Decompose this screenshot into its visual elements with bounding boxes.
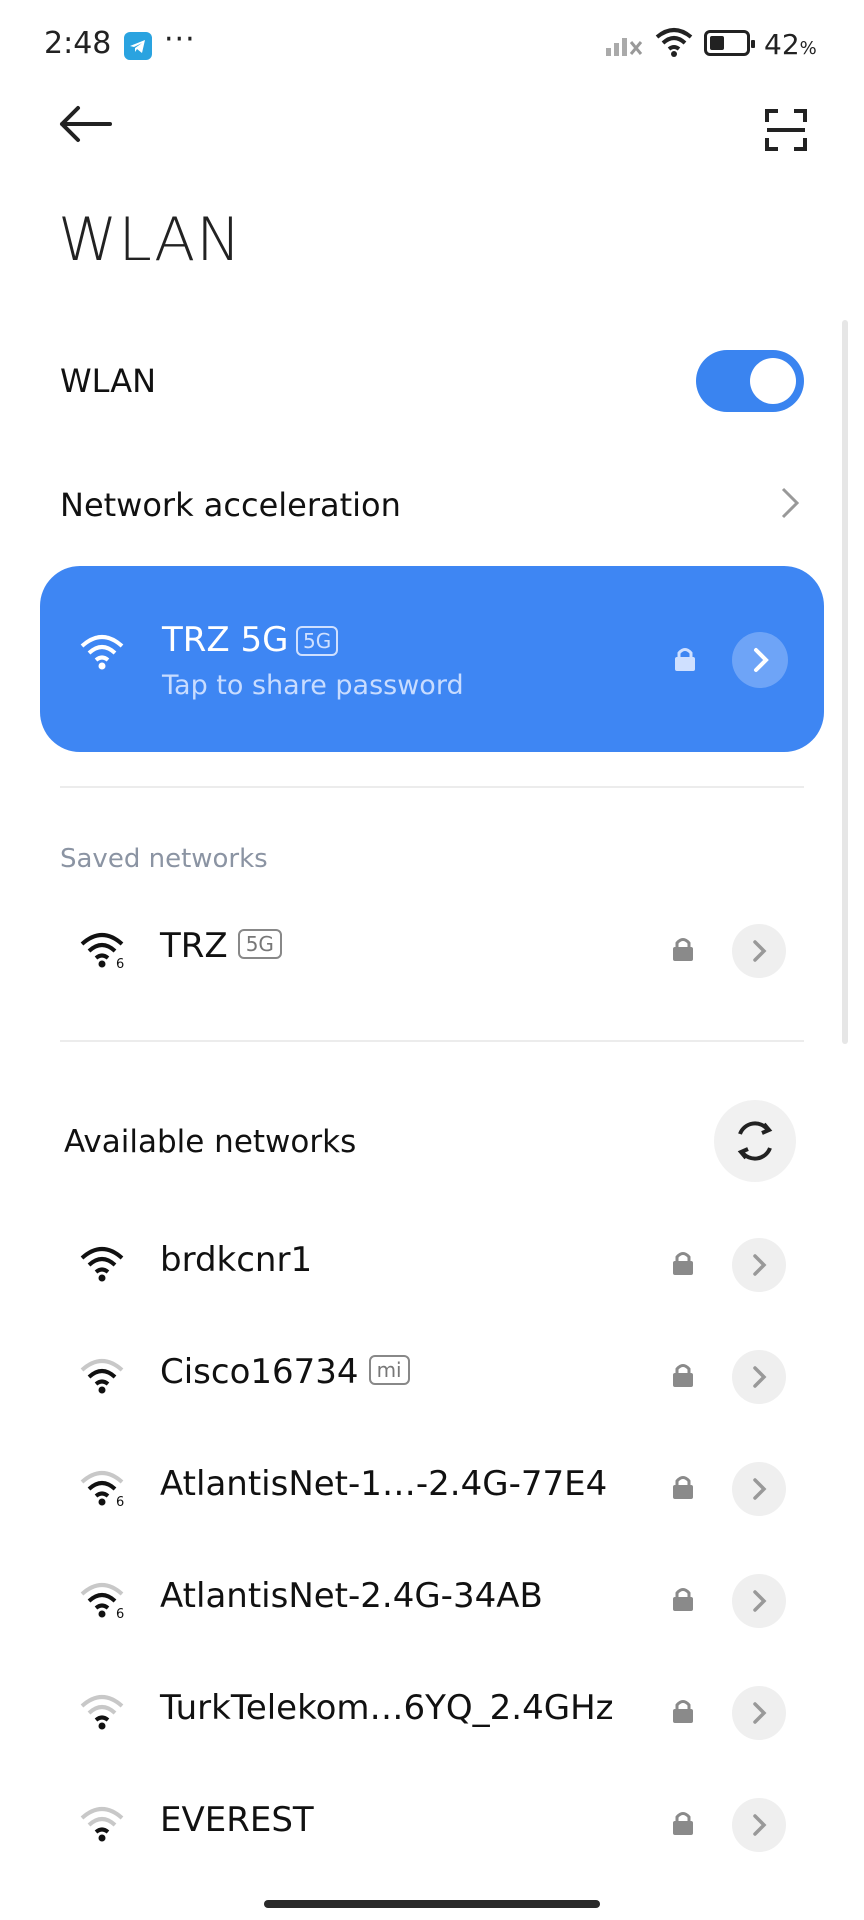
lock-icon bbox=[672, 1810, 694, 1840]
back-button[interactable] bbox=[58, 104, 114, 148]
network-name: Cisco16734 mi bbox=[160, 1352, 410, 1392]
telegram-icon bbox=[124, 32, 152, 60]
lock-icon bbox=[672, 1474, 694, 1504]
network-details-button[interactable] bbox=[732, 1686, 786, 1740]
chevron-right-icon bbox=[753, 1702, 767, 1724]
lock-icon bbox=[672, 1698, 694, 1728]
wifi-status-icon bbox=[654, 26, 694, 62]
available-networks-header: Available networks bbox=[64, 1124, 357, 1160]
band-badge: 5G bbox=[237, 928, 282, 959]
wifi-weak-icon bbox=[78, 1692, 126, 1736]
wifi-icon bbox=[78, 632, 126, 676]
page-title: WLAN bbox=[58, 205, 243, 275]
divider bbox=[60, 786, 804, 788]
network-row[interactable]: TurkTelekom…6YQ_2.4GHz bbox=[0, 1662, 864, 1762]
arrow-left-icon bbox=[60, 106, 112, 142]
mi-badge: mi bbox=[368, 1354, 410, 1385]
refresh-icon bbox=[737, 1121, 773, 1161]
battery-percent: 42% bbox=[764, 28, 817, 61]
network-row[interactable]: brdkcnr1 bbox=[0, 1214, 864, 1314]
lock-icon bbox=[672, 936, 694, 966]
chevron-right-icon bbox=[754, 648, 769, 672]
network-name: EVEREST bbox=[160, 1800, 314, 1840]
lock-icon bbox=[672, 1250, 694, 1280]
svg-text:6: 6 bbox=[116, 1495, 124, 1508]
wifi-strong-icon bbox=[78, 1244, 126, 1288]
network-row[interactable]: Cisco16734 mi bbox=[0, 1326, 864, 1426]
chevron-right-icon bbox=[753, 1814, 767, 1836]
svg-text:6: 6 bbox=[116, 957, 124, 970]
network-name: brdkcnr1 bbox=[160, 1240, 313, 1280]
chevron-right-icon bbox=[753, 1254, 767, 1276]
wifi-6-icon: 6 bbox=[78, 1580, 126, 1624]
network-details-button[interactable] bbox=[732, 632, 788, 688]
divider bbox=[60, 1040, 804, 1042]
chevron-right-icon bbox=[753, 1590, 767, 1612]
network-details-button[interactable] bbox=[732, 1574, 786, 1628]
lock-icon bbox=[672, 1586, 694, 1616]
lock-icon bbox=[672, 1362, 694, 1392]
status-time: 2:48 bbox=[44, 26, 112, 61]
network-row[interactable]: EVEREST bbox=[0, 1774, 864, 1874]
network-name: TRZ 5G bbox=[160, 926, 282, 966]
wlan-toggle-label: WLAN bbox=[60, 362, 157, 400]
chevron-right-icon bbox=[753, 940, 767, 962]
connected-network-card[interactable]: TRZ 5G 5G Tap to share password bbox=[40, 566, 824, 752]
battery-icon bbox=[704, 30, 755, 56]
network-acceleration-label[interactable]: Network acceleration bbox=[60, 486, 401, 524]
scan-qr-button[interactable] bbox=[764, 108, 808, 156]
network-name: TurkTelekom…6YQ_2.4GHz bbox=[160, 1688, 614, 1728]
scan-icon bbox=[765, 109, 807, 151]
chevron-right-icon bbox=[753, 1366, 767, 1388]
connected-network-name: TRZ 5G bbox=[162, 620, 289, 660]
wifi-6-icon: 6 bbox=[78, 930, 126, 974]
network-details-button[interactable] bbox=[732, 1462, 786, 1516]
network-row[interactable]: 6 AtlantisNet-1…-2.4G-77E4 bbox=[0, 1438, 864, 1538]
saved-networks-header: Saved networks bbox=[60, 844, 268, 874]
network-details-button[interactable] bbox=[732, 1350, 786, 1404]
lock-icon bbox=[674, 646, 696, 676]
chevron-right-icon[interactable] bbox=[780, 486, 800, 524]
home-indicator[interactable] bbox=[264, 1900, 600, 1908]
svg-text:6: 6 bbox=[116, 1607, 124, 1620]
network-details-button[interactable] bbox=[732, 1798, 786, 1852]
wifi-medium-icon bbox=[78, 1356, 126, 1400]
refresh-button[interactable] bbox=[714, 1100, 796, 1182]
network-name: AtlantisNet-2.4G-34AB bbox=[160, 1576, 543, 1616]
cellular-signal-icon bbox=[604, 28, 644, 62]
chevron-right-icon bbox=[753, 1478, 767, 1500]
band-badge: 5G bbox=[296, 626, 339, 656]
saved-network-row[interactable]: 6 TRZ 5G bbox=[0, 900, 864, 1000]
wifi-6-icon: 6 bbox=[78, 1468, 126, 1512]
share-password-hint: Tap to share password bbox=[162, 670, 464, 701]
network-name: AtlantisNet-1…-2.4G-77E4 bbox=[160, 1464, 608, 1504]
network-row[interactable]: 6 AtlantisNet-2.4G-34AB bbox=[0, 1550, 864, 1650]
wlan-toggle[interactable] bbox=[696, 350, 804, 412]
wifi-weak-icon bbox=[78, 1804, 126, 1848]
more-notifications-icon: ··· bbox=[164, 22, 196, 57]
status-bar: 2:48 ··· 42% bbox=[0, 0, 864, 90]
network-details-button[interactable] bbox=[732, 1238, 786, 1292]
network-details-button[interactable] bbox=[732, 924, 786, 978]
